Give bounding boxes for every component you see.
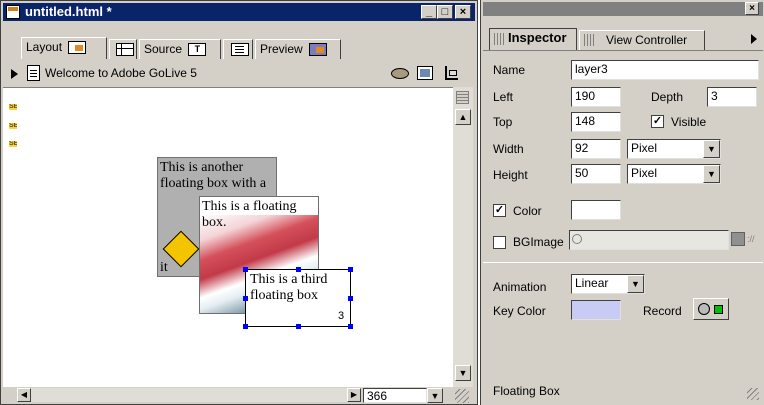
tab-preview[interactable]: Preview [255, 39, 341, 59]
bottom-bar: ◀ ▶ 366 ▼ [3, 387, 475, 404]
width-field[interactable]: 92 [571, 139, 621, 159]
resize-handle[interactable] [296, 324, 301, 329]
animation-label: Animation [493, 280, 547, 294]
bgimage-field[interactable] [569, 230, 729, 250]
floating-box-marker[interactable]: SB [9, 141, 17, 147]
palette-close-button[interactable]: × [745, 2, 759, 15]
layout-canvas[interactable]: SB SB SB This is another floating box wi… [3, 87, 453, 387]
bgimage-label: BGImage [513, 235, 564, 249]
animation-select-arrow[interactable]: ▼ [627, 275, 644, 293]
resize-handle[interactable] [348, 267, 353, 272]
preview-icon [309, 43, 328, 57]
palette-resize-grip-icon[interactable] [747, 388, 759, 400]
floating-box-1-tail: it [160, 260, 168, 275]
palette-status: Floating Box [493, 384, 560, 398]
record-label: Record [643, 304, 682, 318]
page-icon [27, 65, 40, 81]
scroll-left-button[interactable]: ◀ [17, 388, 31, 402]
link-icon[interactable] [391, 68, 409, 79]
grid-toggle-icon[interactable] [443, 65, 459, 81]
floating-box-3-index: 3 [338, 310, 345, 322]
tab-source[interactable]: Source T [139, 39, 221, 59]
record-button[interactable] [693, 298, 729, 320]
window-width-dropdown[interactable]: ▼ [427, 388, 443, 403]
outline-icon [231, 43, 249, 57]
color-swatch[interactable] [571, 200, 621, 220]
expand-triangle-icon[interactable] [11, 69, 18, 79]
resize-handle[interactable] [243, 324, 248, 329]
record-icon [698, 303, 710, 315]
visible-checkbox[interactable]: ✓ [651, 115, 664, 128]
page-properties-icon[interactable] [417, 66, 433, 80]
resize-handle[interactable] [348, 296, 353, 301]
document-window: untitled.html * _ □ × Layout Source T Pr… [0, 0, 478, 405]
section-divider [483, 262, 763, 263]
split-handle[interactable] [456, 91, 469, 104]
depth-label: Depth [651, 90, 684, 104]
color-checkbox[interactable]: ✓ [493, 204, 506, 217]
tab-outline[interactable] [223, 39, 253, 59]
palette-title-bar[interactable]: × [483, 2, 763, 16]
page-title-row: Welcome to Adobe GoLive 5 [3, 61, 475, 87]
page-title[interactable]: Welcome to Adobe GoLive 5 [45, 66, 197, 80]
minimize-button[interactable]: _ [421, 5, 437, 19]
resize-handle[interactable] [348, 324, 353, 329]
floating-box-1-text: This is another floating box with a [160, 160, 267, 191]
scroll-down-button[interactable]: ▼ [455, 365, 471, 381]
floating-box-3[interactable]: This is a third floating box 3 [243, 267, 353, 329]
bgimage-path-icon[interactable]: :// [747, 232, 761, 246]
close-button[interactable]: × [455, 5, 471, 19]
construction-sign-icon [162, 230, 200, 268]
point-and-shoot-icon[interactable] [572, 234, 582, 244]
resize-handle[interactable] [296, 267, 301, 272]
left-label: Left [493, 90, 514, 104]
tab-scroll-right-icon[interactable] [751, 34, 757, 44]
scroll-right-button[interactable]: ▶ [347, 388, 361, 402]
color-label: Color [513, 204, 542, 218]
tab-layout[interactable]: Layout [21, 37, 107, 59]
height-unit-arrow[interactable]: ▼ [703, 165, 720, 183]
tab-inspector[interactable]: Inspector [489, 28, 577, 50]
inspector-palette: × Inspector View Controller Name layer3 … [480, 0, 764, 405]
height-label: Height [493, 168, 528, 182]
top-label: Top [493, 115, 513, 129]
width-unit-arrow[interactable]: ▼ [703, 140, 720, 158]
key-color-swatch[interactable] [571, 300, 621, 320]
floating-box-marker[interactable]: SB [9, 123, 17, 129]
tab-view-controller[interactable]: View Controller [579, 30, 705, 50]
source-icon: T [188, 43, 207, 57]
frame-editor-icon [116, 43, 134, 57]
maximize-button[interactable]: □ [437, 5, 453, 19]
floating-box-2-text: This is a floating box. [202, 199, 297, 230]
view-tab-bar: Layout Source T Preview [21, 37, 341, 59]
layout-icon [68, 41, 87, 55]
resize-handle[interactable] [243, 296, 248, 301]
floating-box-3-text: This is a third floating box [250, 272, 328, 303]
depth-field[interactable]: 3 [707, 87, 757, 107]
browse-folder-icon[interactable] [731, 232, 745, 246]
scroll-up-button[interactable]: ▲ [455, 109, 471, 125]
height-field[interactable]: 50 [571, 164, 621, 184]
vertical-scrollbar[interactable]: ▲ ▼ [453, 87, 473, 387]
palette-tab-bar: Inspector View Controller [489, 28, 763, 50]
name-label: Name [493, 63, 526, 77]
palette-divider [483, 50, 763, 51]
document-title: untitled.html * [25, 4, 112, 19]
window-width-field[interactable]: 366 [363, 388, 427, 403]
resize-grip-icon[interactable] [455, 389, 469, 403]
left-field[interactable]: 190 [571, 87, 621, 107]
document-title-bar[interactable]: untitled.html * _ □ × [3, 3, 475, 21]
floating-box-marker[interactable]: SB [9, 104, 17, 110]
horizontal-scrollbar[interactable] [31, 388, 347, 402]
key-color-label: Key Color [493, 304, 546, 318]
top-field[interactable]: 148 [571, 112, 621, 132]
record-indicator-icon [714, 305, 723, 314]
name-field[interactable]: layer3 [571, 60, 759, 80]
html-file-icon [6, 5, 20, 19]
bgimage-checkbox[interactable] [493, 236, 506, 249]
width-label: Width [493, 142, 524, 156]
visible-label: Visible [671, 115, 707, 129]
resize-handle[interactable] [243, 267, 248, 272]
tab-frame-editor[interactable] [109, 39, 137, 59]
